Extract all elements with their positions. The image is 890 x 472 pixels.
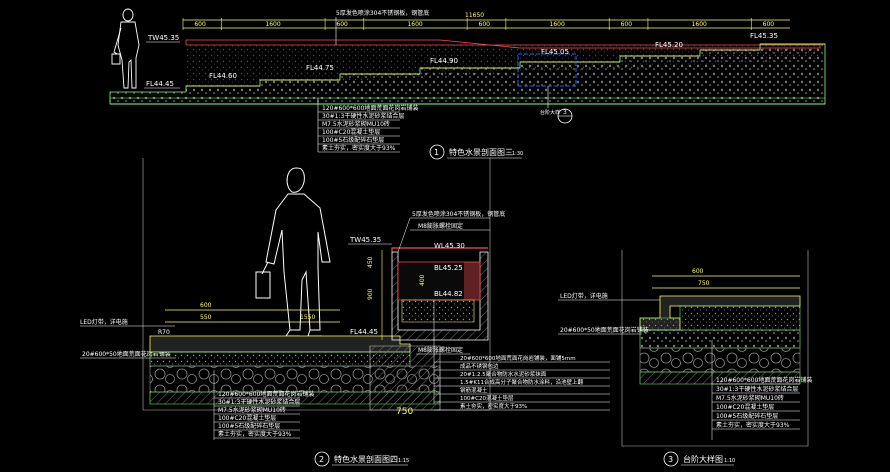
s1-dim-5: 1600 xyxy=(550,21,565,28)
s2-layer-2: M7.5水泥砂浆砌MU10砖 xyxy=(218,406,286,414)
s2-led-label: LED灯带，详电施 xyxy=(80,318,128,326)
s1-level-tw: TW45.35 xyxy=(147,34,179,42)
s2-level-fl: FL44.45 xyxy=(350,328,378,336)
s1-scale: 1:30 xyxy=(512,151,523,157)
s2-dim-1550: 1550 xyxy=(300,314,315,321)
s3-layer-2: M7.5水泥砂浆砌MU10砖 xyxy=(716,394,784,402)
s3-layer-5: 素土夯实，密实度大于93% xyxy=(716,421,790,429)
s1-dim-3: 1600 xyxy=(407,21,422,28)
s2-level-tw: TW45.35 xyxy=(349,236,381,244)
s2-m8-note: M8膨胀螺栓固定 xyxy=(418,222,463,230)
s1-level-fl6: FL45.20 xyxy=(655,41,683,49)
s1-dim-4: 600 xyxy=(479,21,491,28)
s2-layer-4: 100#5石级配碎石垫层 xyxy=(218,422,280,430)
s2-dim-600: 600 xyxy=(200,302,212,309)
s1-layer-1: 30#1:3干硬性水泥砂浆结合层 xyxy=(322,112,404,120)
s3-title: 台阶大样图 xyxy=(683,454,723,464)
s1-level-fl5: FL45.05 xyxy=(541,48,569,56)
s3-title-num: 3 xyxy=(668,455,673,464)
s1-level-fl3: FL44.75 xyxy=(306,64,334,72)
s2-water-4: 钢筋混凝土 xyxy=(460,386,488,394)
section-3-layer-notes: 120#600*600地面荒面花岗岩铺装30#1:3干硬性水泥砂浆结合层M7.5… xyxy=(712,376,812,430)
s2-r70: R70 xyxy=(158,329,170,336)
s2-water-1: 成品不锈钢包边 xyxy=(460,362,499,370)
s2-dim-400: 400 xyxy=(419,274,426,286)
section-2-layer-notes: 120#600*600地面荒面花岗岩铺装30#1:3干硬性水泥砂浆结合层M7.5… xyxy=(214,390,314,439)
s2-scale: 1:15 xyxy=(398,458,409,464)
s1-total-dim: 11650 xyxy=(465,12,484,19)
s2-layer-3: 100#C20混凝土垫层 xyxy=(218,414,276,422)
s2-title-num: 2 xyxy=(319,455,324,464)
s3-layer-4: 100#5石级配碎石垫层 xyxy=(716,412,778,420)
s1-dim-8: 600 xyxy=(763,21,775,28)
s2-level-bl1: BL45.25 xyxy=(434,264,463,272)
s1-layer-0: 120#600*600地面荒面花岗岩铺装 xyxy=(322,104,418,112)
s2-level-bl2: BL44.82 xyxy=(434,290,463,298)
person-figure-icon xyxy=(111,8,140,89)
s1-layer-2: M7.5水泥砂浆砌MU10砖 xyxy=(322,120,390,128)
s1-dim-6: 600 xyxy=(621,21,633,28)
s2-dim-450: 450 xyxy=(367,256,374,268)
s1-dim-0: 600 xyxy=(194,21,206,28)
s1-dim-7: 1600 xyxy=(692,21,707,28)
s1-level-fl4: FL44.90 xyxy=(430,57,458,65)
section-1-layer-notes: 120#600*600地面荒面花岗岩铺装30#1:3干硬性水泥砂浆结合层M7.5… xyxy=(318,104,418,153)
s3-dim-600: 600 xyxy=(692,268,704,275)
s1-level-fl7: FL45.35 xyxy=(750,32,778,40)
s3-paving-label: 20#600*50地面荒面花岗岩铺装 xyxy=(560,326,649,334)
s2-dim-900: 900 xyxy=(367,288,374,300)
callout-note: 台阶大样 xyxy=(540,109,560,116)
person-figure-large-icon xyxy=(255,167,331,337)
s1-title-num: 1 xyxy=(434,148,439,157)
s1-title: 特色水景剖面图三 xyxy=(449,147,513,157)
s3-layer-0: 120#600*600地面荒面花岗岩铺装 xyxy=(716,376,812,384)
s2-bottom-dim: 750 xyxy=(396,407,413,417)
s1-layer-3: 100#C20混凝土垫层 xyxy=(322,128,380,136)
s2-layer-5: 素土夯实，密实度大于93% xyxy=(218,430,292,438)
s1-dim-2: 600 xyxy=(336,21,348,28)
section-2-water-notes: 20#600*600地面荒面花岗岩铺装，面铺5mm成品不锈钢包边20#1:2.5… xyxy=(434,354,610,411)
section-3: 600 750 LED灯带，详电施 20#600*50地面荒面花岗岩铺装 120… xyxy=(558,250,812,467)
section-2: 600 550 1550 LED灯带，详电施 R70 20#600*50地面荒面… xyxy=(80,158,610,467)
s1-level-fl2: FL44.60 xyxy=(209,72,237,80)
s2-level-wl: WL45.30 xyxy=(434,242,465,250)
s1-layer-4: 100#5石级配碎石垫层 xyxy=(322,136,384,144)
s2-layer-0: 120#600*600地面荒面花岗岩铺装 xyxy=(218,390,314,398)
callout-num: 3 xyxy=(563,109,567,116)
s3-dim-750: 750 xyxy=(698,280,710,287)
s2-water-0: 20#600*600地面荒面花岗岩铺装，面铺5mm xyxy=(460,354,576,362)
s2-water-6: 素土夯实，密实度大于93% xyxy=(460,402,527,410)
s2-dim-550: 550 xyxy=(200,314,212,321)
s1-top-note: 5厚发色喷涂304不锈钢板，钢管底 xyxy=(336,9,429,17)
s3-led-label: LED灯带，详电施 xyxy=(560,292,608,300)
s2-water-3: 1.5#K11合成高分子聚合物防水涂料，沿池壁上翻 xyxy=(460,378,583,386)
s1-layer-5: 素土夯实，密实度大于93% xyxy=(322,144,396,152)
s3-scale: 1:10 xyxy=(724,458,735,464)
s2-layer-1: 30#1:3干硬性水泥砂浆结合层 xyxy=(218,398,300,406)
s1-level-fl1: FL44.45 xyxy=(146,80,174,88)
s2-water-5: 100#C20混凝土垫层 xyxy=(460,394,514,402)
s1-dim-1: 1600 xyxy=(265,21,280,28)
s2-m8b-note: M8膨胀螺栓固定 xyxy=(418,346,463,354)
s3-layer-1: 30#1:3干硬性水泥砂浆结合层 xyxy=(716,385,798,393)
cad-drawing: 600 1600 600 1600 600 1600 600 1600 600 11650 5厚… xyxy=(80,8,826,467)
s2-title: 特色水景剖面图四 xyxy=(334,454,398,464)
s2-water-2: 20#1:2.5聚合物防水水泥砂浆抹面 xyxy=(460,370,547,378)
s3-layer-3: 100#C20混凝土垫层 xyxy=(716,403,774,411)
section-1: 600 1600 600 1600 600 1600 600 1600 600 11650 5厚… xyxy=(109,8,826,160)
s2-top-note: 5厚发色喷涂304不锈钢板，钢管底 xyxy=(412,210,505,218)
cad-drawing-canvas: 600 1600 600 1600 600 1600 600 1600 600 11650 5厚… xyxy=(0,0,890,472)
